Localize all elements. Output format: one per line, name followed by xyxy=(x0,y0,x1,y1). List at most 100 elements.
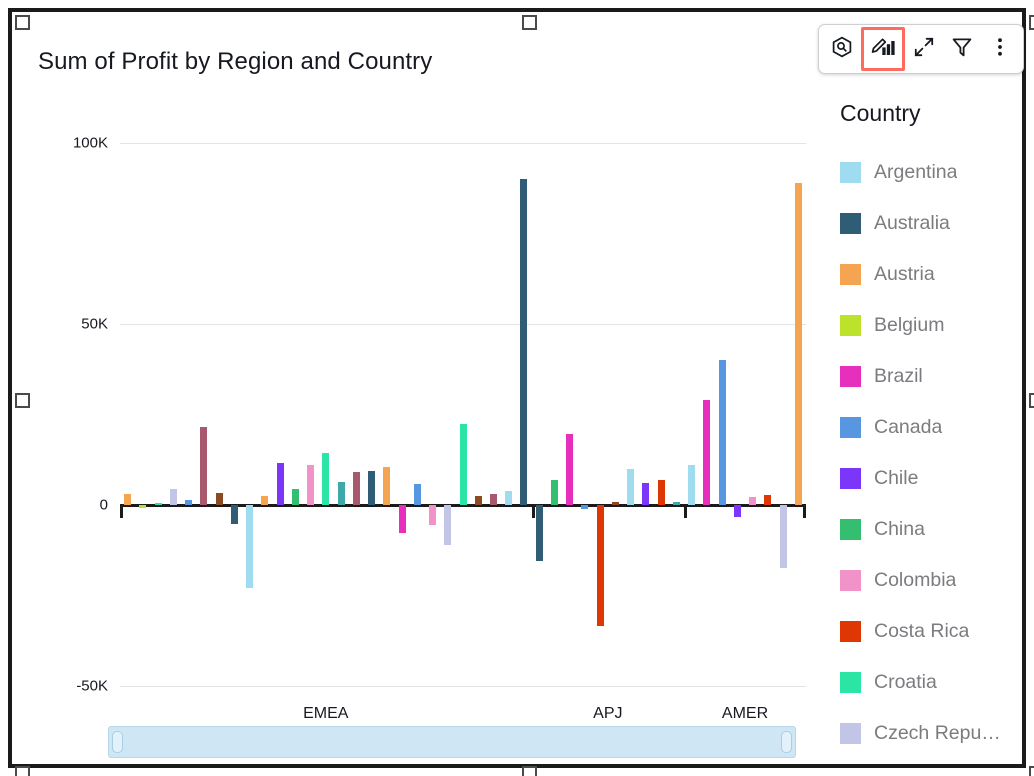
legend-item[interactable]: China xyxy=(830,504,1034,555)
legend-color-swatch xyxy=(840,723,861,744)
chart-bar[interactable] xyxy=(475,496,482,505)
legend-item[interactable]: Canada xyxy=(830,402,1034,453)
menu-kebab-icon xyxy=(988,35,1012,64)
visual-toolbar[interactable] xyxy=(818,24,1024,74)
chart-bar[interactable] xyxy=(322,453,329,505)
horizontal-scrollbar[interactable] xyxy=(108,726,796,758)
y-gridline xyxy=(120,686,806,687)
chart-bar[interactable] xyxy=(734,505,741,517)
chart-bar[interactable] xyxy=(155,503,162,505)
chart-bar[interactable] xyxy=(551,480,558,505)
chart-bar[interactable] xyxy=(231,505,238,524)
visual-container[interactable]: Sum of Profit by Region and Country 100K… xyxy=(8,8,1026,768)
y-axis-tick-label: 0 xyxy=(30,497,108,514)
chart-bar[interactable] xyxy=(277,463,284,505)
chart-bar[interactable] xyxy=(780,505,787,568)
legend-item-label: Costa Rica xyxy=(874,620,969,643)
legend-color-swatch xyxy=(840,519,861,540)
chart-bar[interactable] xyxy=(139,505,146,508)
page-title: Sum of Profit by Region and Country xyxy=(38,48,432,76)
chart-bar[interactable] xyxy=(520,179,527,505)
legend-item-label: Croatia xyxy=(874,671,937,694)
legend-color-swatch xyxy=(840,570,861,591)
chart-bar[interactable] xyxy=(612,502,619,505)
chart-bar[interactable] xyxy=(261,496,268,505)
chart-bar[interactable] xyxy=(185,500,192,505)
filter-button[interactable] xyxy=(943,29,981,69)
chart-bar[interactable] xyxy=(460,424,467,505)
chart-bar[interactable] xyxy=(673,502,680,505)
chart-bar[interactable] xyxy=(444,505,451,545)
legend-item[interactable]: Australia xyxy=(830,198,1034,249)
chart-legend[interactable]: Country ArgentinaAustraliaAustriaBelgium… xyxy=(830,92,1034,776)
x-axis-tick xyxy=(803,507,806,518)
chart-bar[interactable] xyxy=(597,505,604,626)
chart-bar[interactable] xyxy=(414,484,421,505)
resize-handle-middle-left[interactable] xyxy=(15,393,30,408)
scrollbar-grip-right[interactable] xyxy=(781,731,792,753)
legend-color-swatch xyxy=(840,366,861,387)
chart-bar[interactable] xyxy=(703,400,710,505)
chart-bar[interactable] xyxy=(688,465,695,505)
legend-item[interactable]: Colombia xyxy=(830,555,1034,606)
legend-items-list: Argentina Australia Austria BelgiumBrazilCa… xyxy=(830,147,1034,759)
legend-item[interactable]: Czech Repu… xyxy=(830,708,1034,759)
y-gridline xyxy=(120,143,806,144)
chart-bar[interactable] xyxy=(216,493,223,505)
chart-bar[interactable] xyxy=(505,491,512,505)
chart-bar[interactable] xyxy=(749,497,756,505)
legend-item[interactable]: Argentina xyxy=(830,147,1034,198)
legend-item[interactable]: Costa Rica xyxy=(830,606,1034,657)
legend-item[interactable]: Austria xyxy=(830,249,1034,300)
chart-bar[interactable] xyxy=(795,183,802,505)
chart-bar[interactable] xyxy=(764,495,771,505)
scrollbar-grip-left[interactable] xyxy=(112,731,123,753)
chart-bar[interactable] xyxy=(246,505,253,588)
resize-handle-bottom-left[interactable] xyxy=(15,766,30,776)
edit-chart-button[interactable] xyxy=(861,27,905,71)
menu-kebab-button[interactable] xyxy=(981,29,1019,69)
chart-bar[interactable] xyxy=(170,489,177,505)
chart-bar[interactable] xyxy=(627,469,634,505)
chart-bar[interactable] xyxy=(353,472,360,505)
expand-icon xyxy=(912,35,936,64)
x-axis-category-label: APJ xyxy=(593,705,622,723)
chart-bar[interactable] xyxy=(124,494,131,505)
chart-bar[interactable] xyxy=(399,505,406,533)
legend-item[interactable]: Brazil xyxy=(830,351,1034,402)
insights-button[interactable] xyxy=(823,29,861,69)
resize-handle-bottom-center[interactable] xyxy=(522,766,537,776)
legend-color-swatch xyxy=(840,213,861,234)
legend-item[interactable]: Belgium xyxy=(830,300,1034,351)
chart-bar[interactable] xyxy=(536,505,543,561)
legend-item[interactable]: Chile xyxy=(830,453,1034,504)
chart-bar[interactable] xyxy=(490,494,497,505)
chart-plot-area[interactable]: 100K50K0-50KEMEAAPJAMER xyxy=(24,82,814,722)
y-axis-tick-label: 100K xyxy=(30,135,108,152)
legend-item-label: Argentina xyxy=(874,161,957,184)
chart-bar[interactable] xyxy=(429,505,436,525)
chart-bar[interactable] xyxy=(719,360,726,505)
resize-handle-top-left[interactable] xyxy=(15,15,30,30)
chart-bar[interactable] xyxy=(581,505,588,509)
chart-bar[interactable] xyxy=(292,489,299,505)
chart-bar[interactable] xyxy=(566,434,573,505)
legend-color-swatch xyxy=(840,417,861,438)
chart-bar[interactable] xyxy=(368,471,375,505)
x-axis-category-label: EMEA xyxy=(303,705,348,723)
chart-bar[interactable] xyxy=(383,467,390,505)
legend-item-label: China xyxy=(874,518,925,541)
chart-bar[interactable] xyxy=(307,465,314,505)
chart-bar[interactable] xyxy=(338,482,345,505)
resize-handle-top-right[interactable] xyxy=(1029,15,1034,30)
legend-item[interactable]: Croatia xyxy=(830,657,1034,708)
chart-bar[interactable] xyxy=(658,480,665,505)
legend-item-label: Austria xyxy=(874,263,935,286)
chart-bar[interactable] xyxy=(642,483,649,505)
resize-handle-top-center[interactable] xyxy=(522,15,537,30)
expand-button[interactable] xyxy=(905,29,943,69)
resize-handle-bottom-right[interactable] xyxy=(1029,766,1034,776)
chart-bar[interactable] xyxy=(200,427,207,505)
x-axis-tick xyxy=(684,507,687,518)
resize-handle-middle-right[interactable] xyxy=(1029,393,1034,408)
